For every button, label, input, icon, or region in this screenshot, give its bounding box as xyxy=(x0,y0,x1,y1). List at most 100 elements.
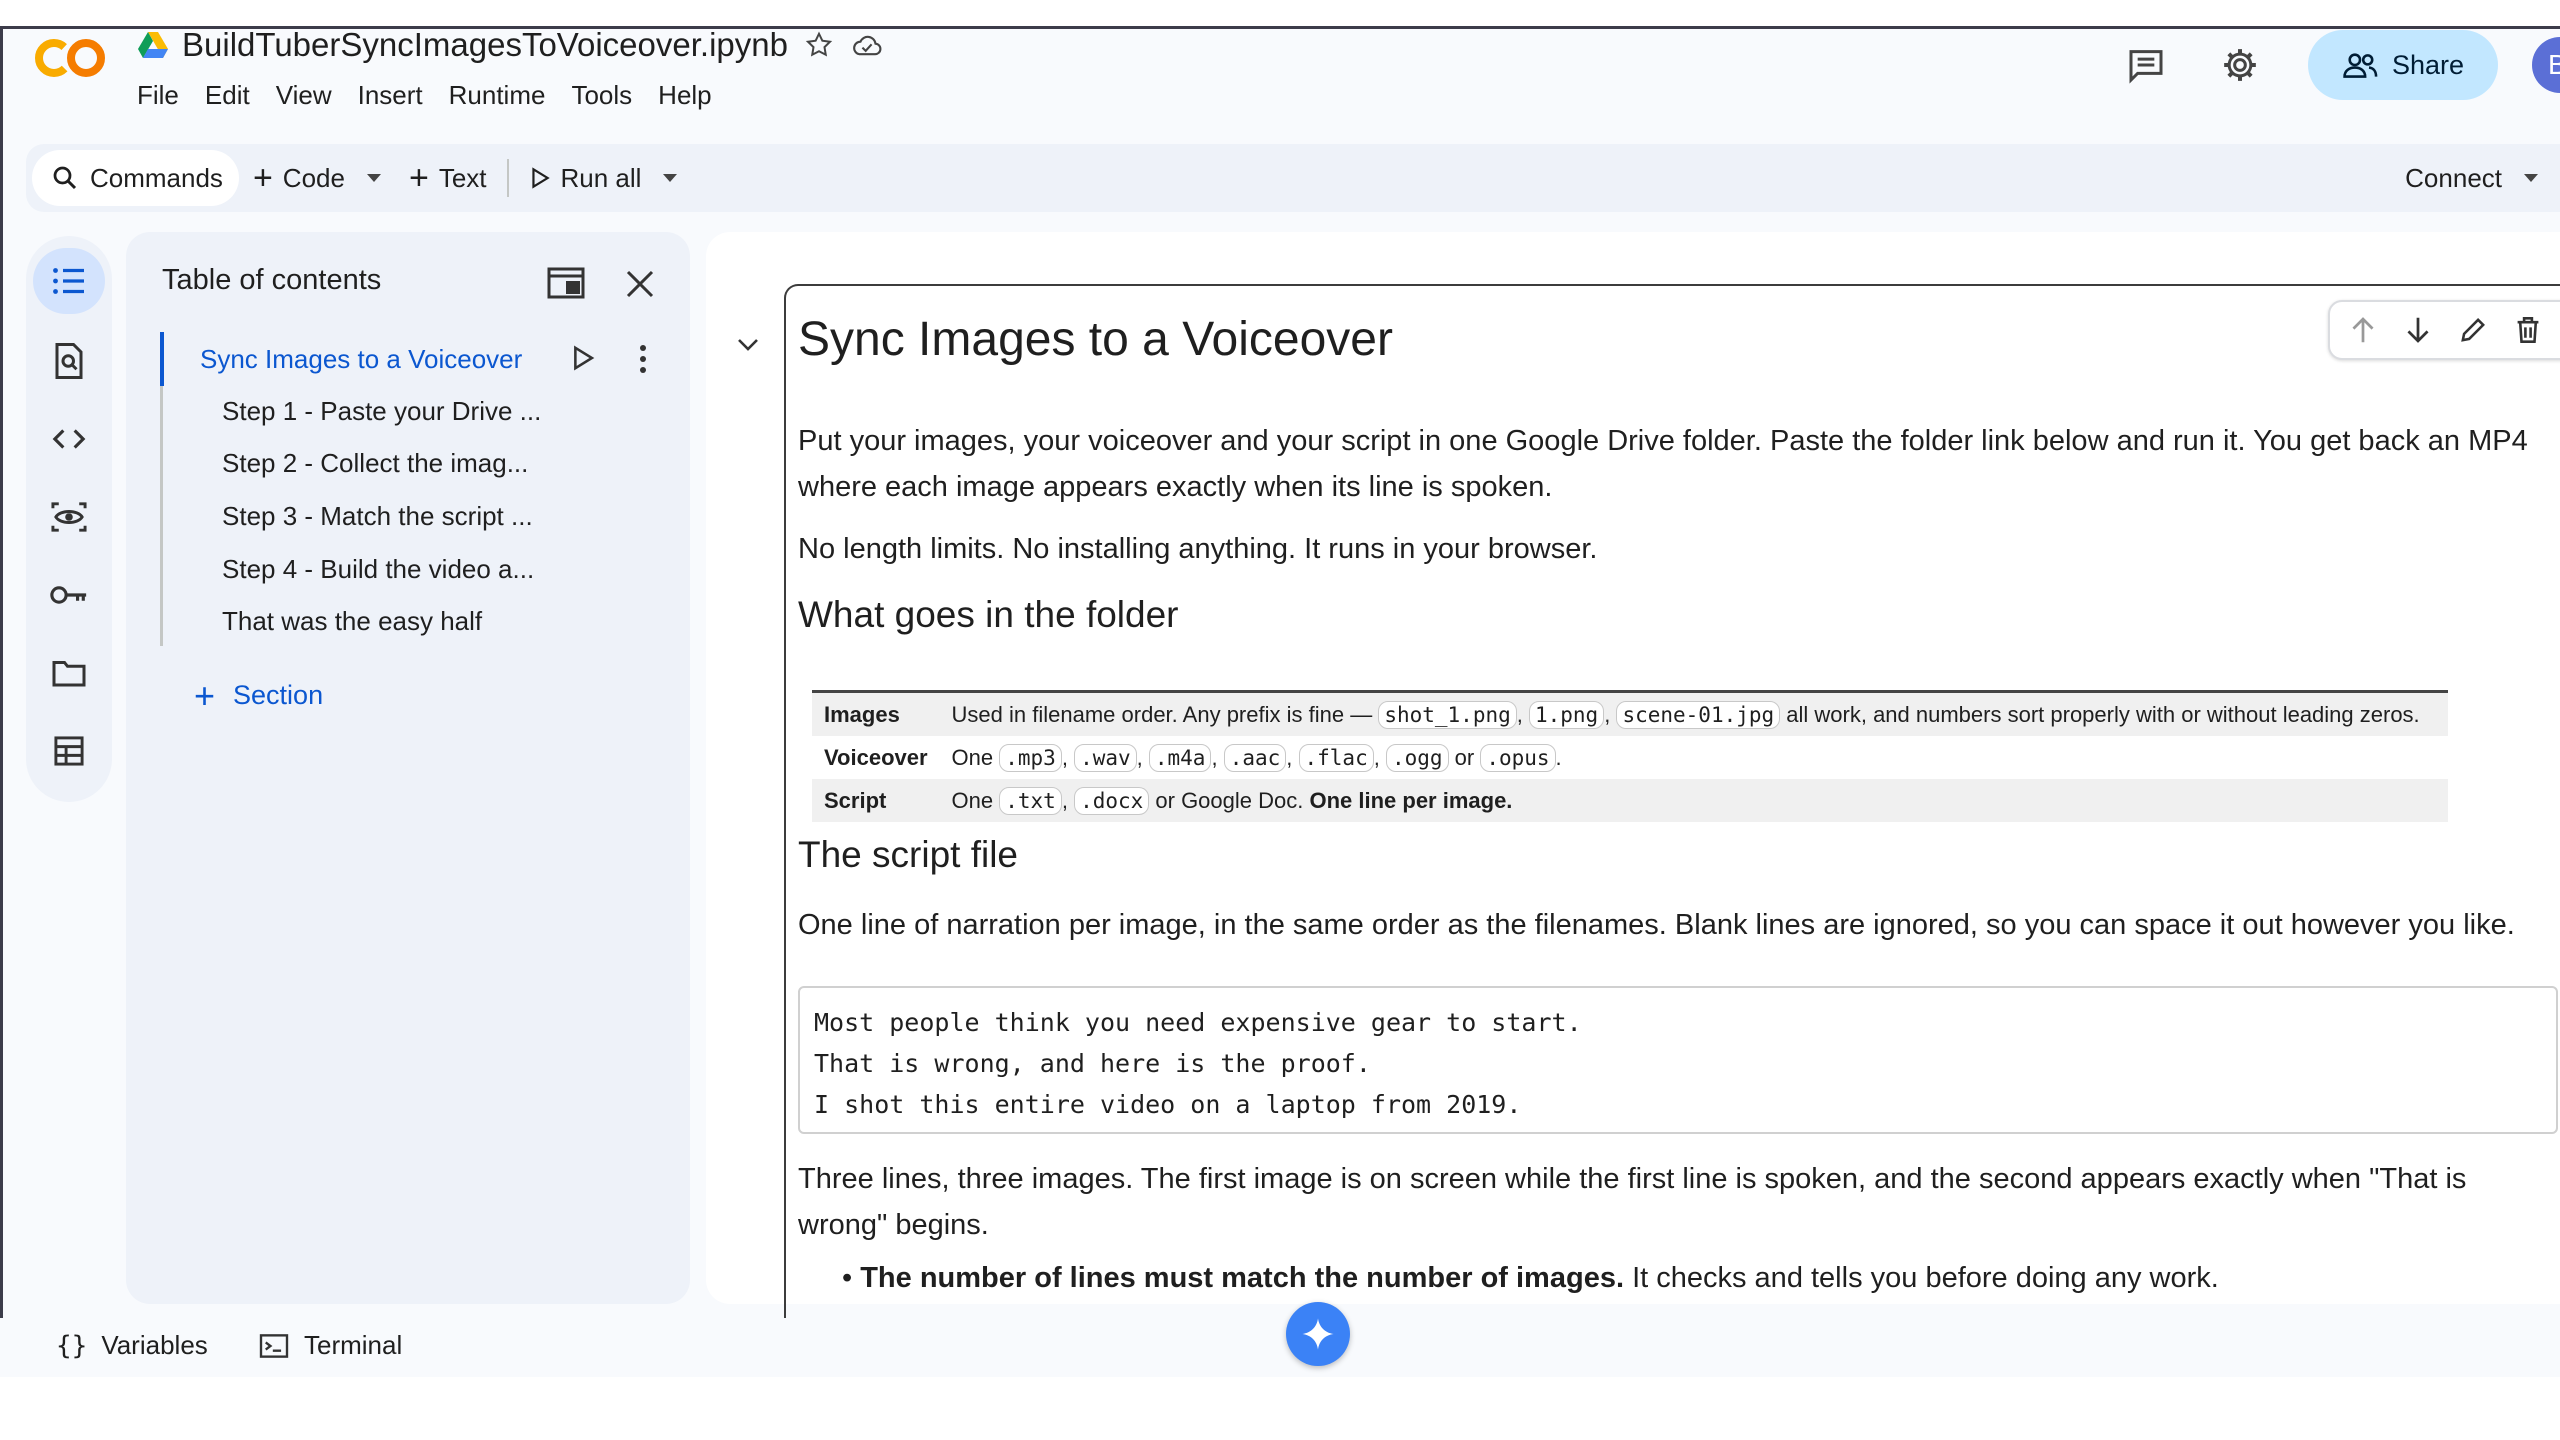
cloud-saved-icon[interactable] xyxy=(850,28,884,62)
toc-item-step-1[interactable]: Step 1 - Paste your Drive ... xyxy=(222,396,541,427)
text-cell[interactable]: Sync Images to a Voiceover Put your imag… xyxy=(784,284,2560,1328)
toc-item-sync-images[interactable]: Sync Images to a Voiceover xyxy=(200,344,522,375)
code-chip: .m4a xyxy=(1148,743,1212,772)
commands-button[interactable]: Commands xyxy=(32,150,239,206)
move-down-arrow-icon[interactable] xyxy=(2398,310,2438,350)
add-code-button[interactable]: + Code xyxy=(239,150,395,206)
row-key-voiceover: Voiceover xyxy=(824,744,928,770)
text-label: Text xyxy=(438,162,487,193)
table-row: Script One .txt, .docx or Google Doc. On… xyxy=(812,779,2448,822)
menu-edit[interactable]: Edit xyxy=(192,74,263,117)
script-text: One xyxy=(951,787,1000,813)
code-chip: .opus xyxy=(1480,743,1556,772)
notebook-main: Sync Images to a Voiceover Put your imag… xyxy=(706,232,2560,1328)
code-chip: scene-01.jpg xyxy=(1616,700,1781,729)
table-of-contents-icon[interactable] xyxy=(33,248,105,314)
star-icon[interactable] xyxy=(802,28,836,62)
code-chip: shot_1.png xyxy=(1378,700,1517,729)
toc-item-step-4[interactable]: Step 4 - Build the video a... xyxy=(222,554,534,585)
account-avatar[interactable]: B xyxy=(2532,37,2560,93)
intro-paragraph-1: Put your images, your voiceover and your… xyxy=(798,418,2528,510)
toc-item-step-3[interactable]: Step 3 - Match the script ... xyxy=(222,501,533,532)
plus-icon: + xyxy=(194,674,216,716)
find-document-icon[interactable] xyxy=(33,328,105,394)
intro-paragraph-2: No length limits. No installing anything… xyxy=(798,533,1598,565)
connect-button[interactable]: Connect xyxy=(2405,144,2538,212)
connect-label: Connect xyxy=(2405,162,2502,193)
data-table-icon[interactable] xyxy=(33,718,105,784)
chevron-down-icon[interactable] xyxy=(2524,174,2538,182)
menu-runtime[interactable]: Runtime xyxy=(436,74,559,117)
toc-item-easy-half[interactable]: That was the easy half xyxy=(222,606,482,637)
images-text: all work, and numbers sort properly with… xyxy=(1780,701,2420,727)
add-section-button[interactable]: + Section xyxy=(194,674,324,716)
code-line: I shot this entire video on a laptop fro… xyxy=(814,1090,1522,1119)
braces-icon: {} xyxy=(56,1330,88,1361)
code-chip: 1.png xyxy=(1528,700,1605,729)
window-edge xyxy=(0,26,3,1374)
add-text-button[interactable]: + Text xyxy=(395,150,501,206)
menu-tools[interactable]: Tools xyxy=(558,74,645,117)
comments-icon[interactable] xyxy=(2120,39,2172,91)
run-section-play-icon[interactable] xyxy=(570,344,596,372)
notebook-toolbar: Commands + Code + Text Run all Connect xyxy=(26,144,2560,212)
voiceover-text: One xyxy=(951,744,1000,770)
move-up-arrow-icon[interactable] xyxy=(2343,310,2383,350)
cell-toolbar xyxy=(2328,300,2560,360)
row-key-script: Script xyxy=(812,779,940,822)
delete-trash-icon[interactable] xyxy=(2508,310,2548,350)
toc-active-indicator xyxy=(160,332,164,386)
voiceover-text: or xyxy=(1448,744,1481,770)
chevron-down-icon[interactable] xyxy=(663,174,678,182)
code-line: Most people think you need expensive gea… xyxy=(814,1008,1582,1037)
variables-button[interactable]: {} Variables xyxy=(56,1330,208,1361)
explanation-paragraph: Three lines, three images. The first ima… xyxy=(798,1156,2466,1248)
images-text: Used in filename order. Any prefix is fi… xyxy=(951,701,1379,727)
toc-panel: Table of contents Sync Images to a Voice… xyxy=(126,232,690,1304)
terminal-icon xyxy=(259,1333,289,1358)
menu-insert[interactable]: Insert xyxy=(345,74,436,117)
more-vert-icon[interactable] xyxy=(628,342,658,376)
variable-inspector-eye-icon[interactable] xyxy=(33,484,105,550)
share-label: Share xyxy=(2391,49,2465,80)
menu-help[interactable]: Help xyxy=(645,74,724,117)
code-example-block: Most people think you need expensive gea… xyxy=(798,986,2558,1134)
chevron-down-icon[interactable] xyxy=(366,174,381,182)
close-icon[interactable] xyxy=(620,264,660,304)
code-chip: .ogg xyxy=(1385,743,1449,772)
secrets-key-icon[interactable] xyxy=(33,562,105,628)
toc-item-step-2[interactable]: Step 2 - Collect the imag... xyxy=(222,448,528,479)
terminal-label: Terminal xyxy=(304,1330,403,1360)
google-drive-icon[interactable] xyxy=(138,32,168,58)
code-snippets-icon[interactable] xyxy=(33,406,105,472)
code-chip: .aac xyxy=(1223,743,1287,772)
collapse-section-chevron-icon[interactable] xyxy=(734,334,762,354)
files-folder-icon[interactable] xyxy=(33,640,105,706)
row-value-images: Used in filename order. Any prefix is fi… xyxy=(939,691,2448,736)
explanation-line-1: Three lines, three images. The first ima… xyxy=(798,1163,2467,1195)
row-value-script: One .txt, .docx or Google Doc. One line … xyxy=(939,779,2448,822)
heading-what-goes: What goes in the folder xyxy=(798,594,1179,635)
script-bold-text: One line per image. xyxy=(1309,787,1513,813)
open-in-tab-icon[interactable] xyxy=(546,266,586,300)
run-all-label: Run all xyxy=(560,162,642,193)
code-chip: .flac xyxy=(1298,743,1374,772)
toolbar-divider xyxy=(506,159,509,197)
sparkle-icon xyxy=(1302,1318,1334,1350)
run-all-button[interactable]: Run all xyxy=(515,150,692,206)
variables-label: Variables xyxy=(101,1330,208,1360)
notebook-title[interactable]: BuildTuberSyncImagesToVoiceover.ipynb xyxy=(182,26,788,64)
menu-view[interactable]: View xyxy=(263,74,345,117)
share-button[interactable]: Share xyxy=(2308,30,2498,100)
folder-contents-table: Images Used in filename order. Any prefi… xyxy=(812,690,2448,822)
row-value-voiceover: One .mp3, .wav, .m4a, .aac, .flac, .ogg … xyxy=(951,743,1562,772)
terminal-button[interactable]: Terminal xyxy=(258,1330,402,1361)
side-rail xyxy=(26,236,112,802)
edit-pencil-icon[interactable] xyxy=(2453,310,2493,350)
gemini-sparkle-button[interactable] xyxy=(1286,1302,1350,1366)
add-section-label: Section xyxy=(233,680,324,710)
settings-gear-icon[interactable] xyxy=(2214,39,2266,91)
intro-line-2: where each image appears exactly when it… xyxy=(798,471,1553,503)
menu-file[interactable]: File xyxy=(124,74,192,117)
colab-logo[interactable] xyxy=(32,34,108,82)
